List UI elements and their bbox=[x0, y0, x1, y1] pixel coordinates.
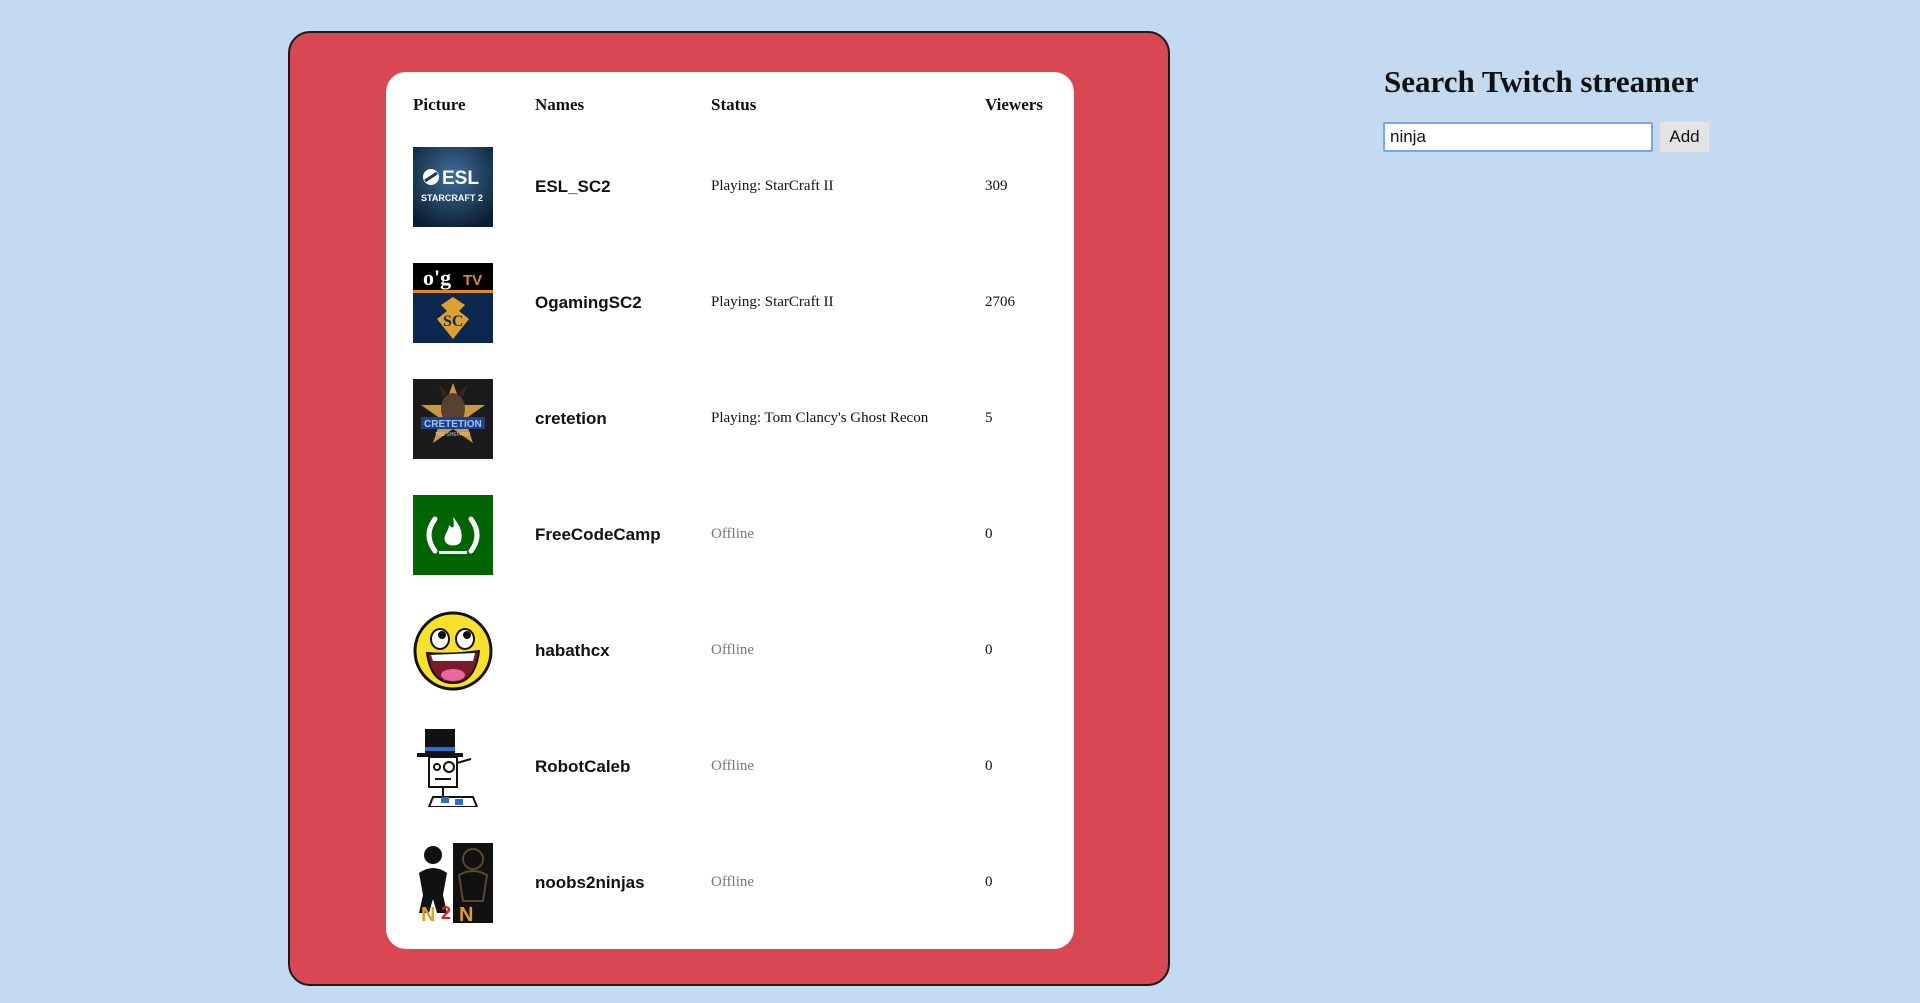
header-names: Names bbox=[535, 95, 585, 114]
top-hat-robot-cartoon-icon[interactable] bbox=[413, 727, 493, 807]
viewer-count: 0 bbox=[985, 526, 993, 542]
table-row[interactable]: RobotCaleb Offline 0 bbox=[386, 727, 1074, 807]
n2n-baby-ninja-logo-icon[interactable]: N 2 N bbox=[413, 843, 493, 923]
streamer-name[interactable]: noobs2ninjas bbox=[535, 873, 645, 893]
svg-text:2: 2 bbox=[441, 903, 451, 923]
search-title: Search Twitch streamer bbox=[1384, 64, 1699, 99]
header-picture: Picture bbox=[413, 95, 466, 114]
table-row[interactable]: CRETETION THE SHEPARD cretetion Playing:… bbox=[386, 379, 1074, 459]
svg-text:N: N bbox=[421, 904, 435, 923]
search-input[interactable] bbox=[1383, 122, 1653, 152]
svg-text:o'g: o'g bbox=[423, 265, 451, 290]
ogtv-sc-logo-icon[interactable]: o'g TV SC bbox=[413, 263, 493, 343]
streamer-status: Offline bbox=[711, 874, 755, 890]
table-row[interactable]: habathcx Offline 0 bbox=[386, 611, 1074, 691]
viewer-count: 5 bbox=[985, 410, 993, 426]
table-row[interactable]: o'g TV SC OgamingSC2 Playing: StarCraft … bbox=[386, 263, 1074, 343]
header-status: Status bbox=[711, 95, 757, 114]
viewer-count: 0 bbox=[985, 874, 993, 890]
viewer-count: 309 bbox=[985, 178, 1008, 194]
svg-text:ESL: ESL bbox=[442, 168, 479, 189]
streamer-name[interactable]: ESL_SC2 bbox=[535, 177, 611, 197]
svg-text:TV: TV bbox=[463, 272, 482, 289]
streamer-status: Playing: Tom Clancy's Ghost Recon bbox=[711, 410, 929, 426]
viewer-count: 0 bbox=[985, 642, 993, 658]
table-row[interactable]: N 2 N noobs2ninjas Offline 0 bbox=[386, 843, 1074, 923]
svg-text:N: N bbox=[459, 904, 473, 923]
add-button[interactable]: Add bbox=[1660, 122, 1709, 152]
streamer-status: Offline bbox=[711, 642, 755, 658]
freecodecamp-flame-logo-icon[interactable] bbox=[413, 495, 493, 575]
svg-text:THE SHEPARD: THE SHEPARD bbox=[435, 432, 471, 438]
streamer-name[interactable]: OgamingSC2 bbox=[535, 293, 642, 313]
streamer-name[interactable]: habathcx bbox=[535, 641, 610, 661]
header-viewers: Viewers bbox=[985, 95, 1043, 114]
streamer-status: Playing: StarCraft II bbox=[711, 178, 834, 194]
svg-text:CRETETION: CRETETION bbox=[424, 419, 482, 430]
table-row[interactable]: ESL STARCRAFT 2 ESL_SC2 Playing: StarCra… bbox=[386, 147, 1074, 227]
streamer-name[interactable]: cretetion bbox=[535, 409, 607, 429]
svg-text:SC: SC bbox=[443, 313, 463, 330]
streamer-name[interactable]: FreeCodeCamp bbox=[535, 525, 661, 545]
viewer-count: 0 bbox=[985, 758, 993, 774]
streamer-status: Offline bbox=[711, 526, 755, 542]
dog-sheriff-badge-logo-icon[interactable]: CRETETION THE SHEPARD bbox=[413, 379, 493, 459]
esl-starcraft2-logo-icon[interactable]: ESL STARCRAFT 2 bbox=[413, 147, 493, 227]
svg-text:STARCRAFT 2: STARCRAFT 2 bbox=[421, 193, 483, 203]
awesome-smiley-face-icon[interactable] bbox=[413, 611, 493, 691]
streamer-status: Playing: StarCraft II bbox=[711, 294, 834, 310]
streamer-name[interactable]: RobotCaleb bbox=[535, 757, 630, 777]
table-row[interactable]: FreeCodeCamp Offline 0 bbox=[386, 495, 1074, 575]
streamer-status: Offline bbox=[711, 758, 755, 774]
viewer-count: 2706 bbox=[985, 294, 1015, 310]
